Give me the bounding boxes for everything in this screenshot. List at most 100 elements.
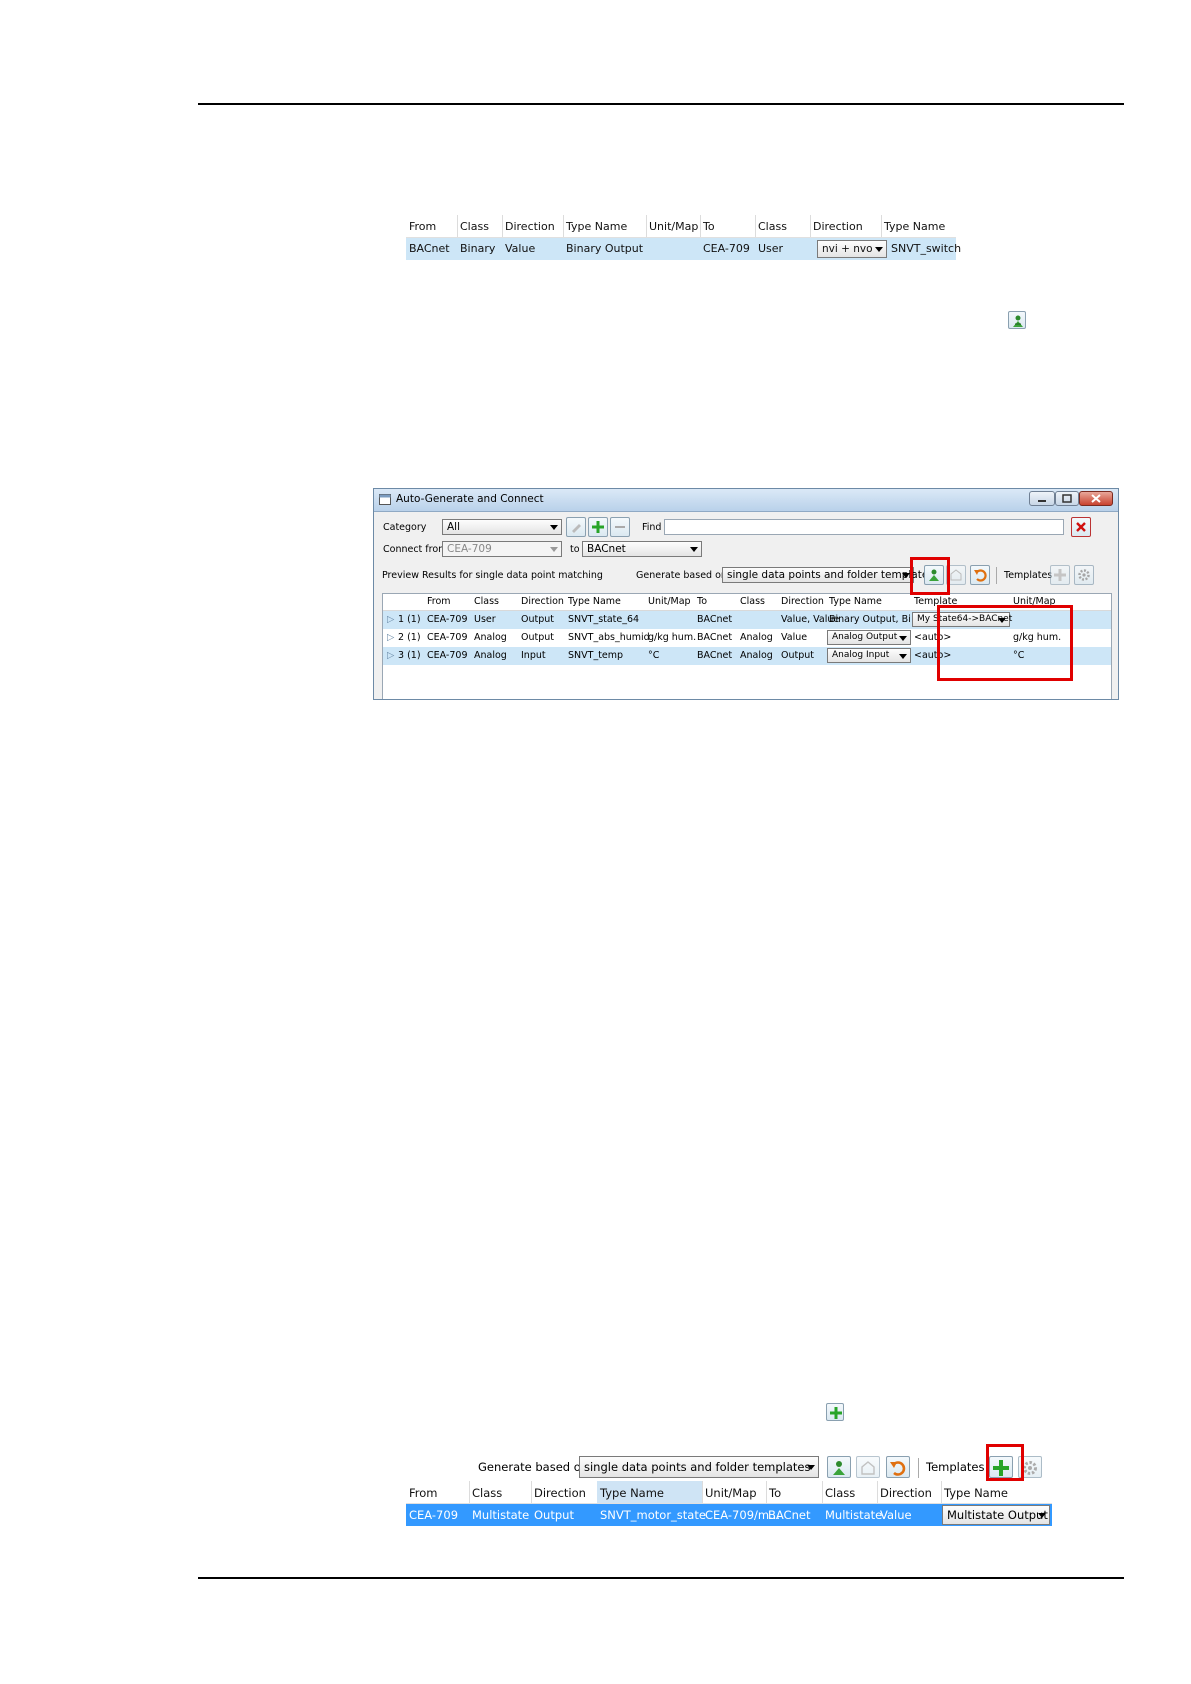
- cell-index: 1 (1): [398, 614, 421, 625]
- chevron-down-icon: [807, 1465, 815, 1470]
- col-to[interactable]: To: [766, 1481, 823, 1503]
- cell-class: Binary: [460, 242, 496, 255]
- undo-button[interactable]: [886, 1456, 910, 1478]
- close-icon: [1091, 494, 1101, 503]
- maximize-button[interactable]: [1055, 491, 1079, 506]
- cell-class-2: Analog: [740, 650, 773, 661]
- col-direction[interactable]: Direction: [531, 1481, 598, 1503]
- cell-class: User: [474, 614, 496, 625]
- col-from[interactable]: From: [406, 215, 458, 237]
- col-type-name-2[interactable]: Type Name: [881, 215, 956, 237]
- col-from[interactable]: From: [427, 596, 451, 607]
- cell-unit-map: °C: [648, 650, 660, 661]
- col-direction[interactable]: Direction: [502, 215, 564, 237]
- cell-from: CEA-709: [409, 1508, 459, 1522]
- connect-from-dropdown[interactable]: CEA-709: [442, 541, 562, 557]
- top-rule: [198, 103, 1124, 105]
- col-direction-2[interactable]: Direction: [781, 596, 824, 607]
- generate-button[interactable]: [827, 1456, 851, 1478]
- table-row[interactable]: BACnet Binary Value Binary Output CEA-70…: [406, 238, 961, 260]
- col-type-name[interactable]: Type Name: [568, 596, 621, 607]
- col-class[interactable]: Class: [457, 215, 503, 237]
- generate-based-on-dropdown[interactable]: single data points and folder templates: [579, 1456, 819, 1478]
- edit-category-button[interactable]: [566, 517, 586, 537]
- col-unit-map[interactable]: Unit/Map: [702, 1481, 767, 1503]
- cell-direction: Output: [521, 614, 554, 625]
- col-unit-map[interactable]: Unit/Map: [646, 215, 701, 237]
- cell-direction: Output: [521, 632, 554, 643]
- find-label: Find: [642, 522, 662, 533]
- template-settings-button[interactable]: [1074, 565, 1094, 585]
- cell-from: CEA-709: [427, 614, 468, 625]
- chevron-down-icon: [550, 525, 558, 530]
- separator: [996, 567, 997, 584]
- remove-category-button[interactable]: [610, 517, 630, 537]
- cell-direction: Value: [505, 242, 536, 255]
- to-dropdown[interactable]: BACnet: [582, 541, 702, 557]
- cell-class-2: User: [758, 242, 784, 255]
- cell-class: Multistate: [472, 1508, 530, 1522]
- maximize-icon: [1062, 494, 1072, 503]
- col-to[interactable]: To: [697, 596, 707, 607]
- col-type-name[interactable]: Type Name: [597, 1481, 703, 1503]
- cell-class-2: Analog: [740, 632, 773, 643]
- chevron-down-icon: [899, 636, 907, 641]
- add-category-button[interactable]: [588, 517, 608, 537]
- col-direction-2[interactable]: Direction: [877, 1481, 942, 1503]
- type-name-dropdown[interactable]: Multistate Output: [942, 1505, 1050, 1525]
- cell-to: BACnet: [697, 650, 733, 661]
- undo-button[interactable]: [970, 565, 990, 585]
- type-name-dropdown[interactable]: Analog Output: [827, 630, 911, 645]
- expand-arrow-icon[interactable]: ▷: [387, 614, 394, 625]
- direction-dropdown[interactable]: nvi + nvo: [817, 240, 887, 258]
- col-from[interactable]: From: [406, 1481, 470, 1503]
- col-class-2[interactable]: Class: [740, 596, 765, 607]
- gear-icon: [1078, 569, 1090, 581]
- col-to[interactable]: To: [700, 215, 756, 237]
- col-direction-2[interactable]: Direction: [810, 215, 882, 237]
- bottom-rule: [198, 1577, 1124, 1579]
- col-type-name-2[interactable]: Type Name: [829, 596, 882, 607]
- close-button[interactable]: [1079, 491, 1113, 506]
- cell-direction: Input: [521, 650, 546, 661]
- cell-type-name-2: Binary Output, Binary...: [829, 614, 911, 625]
- col-type-name[interactable]: Type Name: [563, 215, 647, 237]
- green-plus-icon: [830, 1407, 842, 1419]
- find-input[interactable]: [664, 519, 1064, 535]
- cell-to: BACnet: [697, 614, 733, 625]
- table-header: From Class Direction Type Name Unit/Map …: [406, 1481, 1052, 1504]
- generate-based-on-label: Generate based on: [478, 1460, 589, 1474]
- col-class-2[interactable]: Class: [755, 215, 811, 237]
- col-class-2[interactable]: Class: [822, 1481, 878, 1503]
- chevron-down-icon: [690, 547, 698, 552]
- type-name-dropdown[interactable]: Analog Input: [827, 648, 911, 663]
- cell-to: BACnet: [697, 632, 733, 643]
- generate-based-on-label: Generate based on: [636, 570, 727, 581]
- col-class[interactable]: Class: [474, 596, 499, 607]
- table-header: From Class Direction Type Name Unit/Map …: [406, 215, 956, 238]
- to-label: to: [570, 544, 580, 555]
- table-row-selected[interactable]: CEA-709 Multistate Output SNVT_motor_sta…: [406, 1504, 1052, 1526]
- export-button[interactable]: [856, 1456, 880, 1478]
- col-unit-map[interactable]: Unit/Map: [648, 596, 691, 607]
- cell-to: BACnet: [768, 1508, 811, 1522]
- col-class[interactable]: Class: [469, 1481, 532, 1503]
- cell-from: BACnet: [409, 242, 450, 255]
- expand-arrow-icon[interactable]: ▷: [387, 650, 394, 661]
- highlight-template-column: [937, 605, 1073, 681]
- col-type-name-2[interactable]: Type Name: [941, 1481, 1052, 1503]
- cell-to: CEA-709: [703, 242, 750, 255]
- generate-based-on-dropdown[interactable]: single data points and folder templates: [722, 567, 934, 583]
- minimize-button[interactable]: [1029, 491, 1055, 506]
- cell-type-name-2: SNVT_switch: [891, 242, 962, 255]
- red-x-icon: [1076, 522, 1086, 532]
- cell-type-name: SNVT_temp: [568, 650, 624, 661]
- add-template-button[interactable]: [1050, 565, 1070, 585]
- chevron-down-icon: [902, 573, 910, 578]
- expand-arrow-icon[interactable]: ▷: [387, 632, 394, 643]
- cell-from: CEA-709: [427, 650, 468, 661]
- clear-find-button[interactable]: [1071, 517, 1091, 537]
- category-dropdown[interactable]: All: [442, 519, 562, 535]
- col-direction[interactable]: Direction: [521, 596, 564, 607]
- templates-label: Templates: [1004, 570, 1053, 581]
